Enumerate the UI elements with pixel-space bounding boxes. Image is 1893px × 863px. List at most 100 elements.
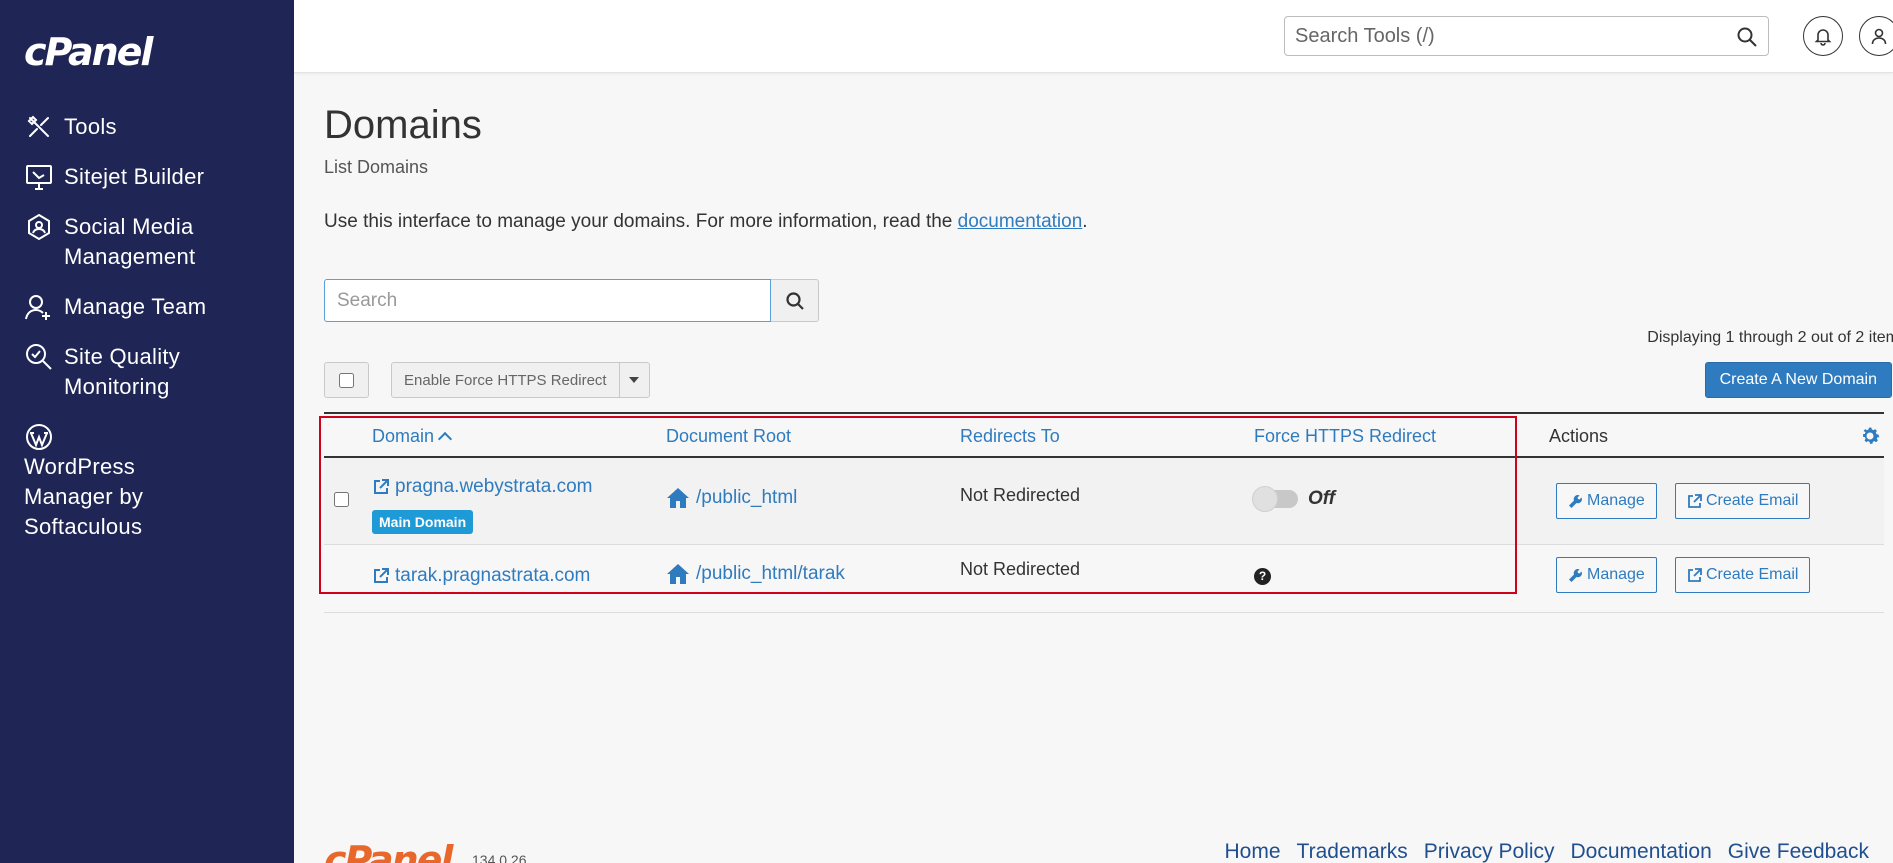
column-document-root[interactable]: Document Root xyxy=(666,426,791,447)
page-subtitle: List Domains xyxy=(324,157,429,177)
documentation-link[interactable]: documentation xyxy=(958,211,1083,232)
select-all-checkbox[interactable] xyxy=(339,372,354,388)
column-domain[interactable]: Domain xyxy=(372,426,453,447)
footer-cpanel-logo: cPanel xyxy=(324,838,453,863)
caret-down-icon xyxy=(629,377,640,383)
manage-team-icon xyxy=(24,292,54,322)
top-bar xyxy=(294,0,1893,73)
domain-search xyxy=(324,279,819,322)
pagination-summary: Displaying 1 through 2 out of 2 items xyxy=(1647,329,1893,346)
row-checkbox[interactable] xyxy=(334,492,349,507)
sitejet-icon xyxy=(24,162,54,192)
document-root-path: /public_html/tarak xyxy=(696,563,845,584)
search-tools-field xyxy=(1284,16,1769,56)
notifications-button[interactable] xyxy=(1803,16,1843,56)
cpanel-logo[interactable]: cPanel xyxy=(24,30,153,74)
sidebar-nav: Tools Sitejet Builder Social Media Manag… xyxy=(0,112,294,562)
user-account-button[interactable] xyxy=(1859,16,1893,56)
search-icon[interactable] xyxy=(1736,26,1758,48)
sidebar-item-wordpress[interactable]: WordPress Manager by Softaculous xyxy=(0,422,294,542)
main-domain-badge: Main Domain xyxy=(372,510,474,534)
force-https-dropdown-toggle[interactable] xyxy=(618,362,650,398)
bell-icon xyxy=(1814,29,1832,46)
manage-label: Manage xyxy=(1587,492,1645,509)
intro-text: Use this interface to manage your domain… xyxy=(324,211,1088,233)
toggle-track xyxy=(1252,486,1298,512)
wrench-icon xyxy=(1569,494,1582,508)
sidebar-item-tools[interactable]: Tools xyxy=(0,112,294,142)
home-icon xyxy=(667,488,689,508)
sidebar-item-label-line2: Manager by xyxy=(24,484,144,509)
manage-label: Manage xyxy=(1587,566,1645,583)
site-quality-icon xyxy=(24,342,54,372)
wordpress-icon xyxy=(24,422,54,452)
sidebar-item-manage-team[interactable]: Manage Team xyxy=(0,292,294,322)
footer-version: 134.0.26 xyxy=(472,852,527,863)
toggle-state: Off xyxy=(1308,488,1336,509)
document-root-link[interactable]: /public_html/tarak xyxy=(666,563,845,585)
force-https-button-group: Enable Force HTTPS Redirect xyxy=(391,362,650,398)
domain-name: tarak.pragnastrata.com xyxy=(395,565,591,586)
enable-force-https-button[interactable]: Enable Force HTTPS Redirect xyxy=(391,362,620,398)
help-icon[interactable]: ? xyxy=(1254,568,1271,585)
footer-link-home[interactable]: Home xyxy=(1225,840,1281,863)
sidebar-item-sitejet[interactable]: Sitejet Builder xyxy=(0,162,294,192)
column-redirects-to[interactable]: Redirects To xyxy=(960,426,1060,447)
external-link-icon xyxy=(1688,493,1702,508)
domain-link[interactable]: tarak.pragnastrata.com xyxy=(372,565,590,587)
create-new-domain-button[interactable]: Create A New Domain xyxy=(1704,362,1892,398)
domains-table: Domain Document Root Redirects To Force … xyxy=(324,412,1884,613)
create-email-label: Create Email xyxy=(1706,492,1799,509)
table-header: Domain Document Root Redirects To Force … xyxy=(324,412,1884,458)
select-all-box xyxy=(324,362,369,398)
table-row: pragna.webystrata.com Main Domain /publi… xyxy=(324,458,1884,545)
manage-button[interactable]: Manage xyxy=(1556,483,1657,519)
domain-search-input[interactable] xyxy=(324,279,771,322)
sidebar-item-label: Manage Team xyxy=(64,294,207,319)
sidebar-item-label: Social Media xyxy=(64,214,194,239)
sidebar-item-label-line2: Monitoring xyxy=(64,374,170,399)
social-media-icon xyxy=(24,212,54,242)
toggle-knob xyxy=(1252,486,1278,512)
domain-search-button[interactable] xyxy=(771,279,819,322)
search-icon xyxy=(785,291,804,310)
footer-links: Home Trademarks Privacy Policy Documenta… xyxy=(1209,840,1869,863)
footer-link-documentation[interactable]: Documentation xyxy=(1571,840,1712,863)
sidebar-item-label: WordPress xyxy=(24,454,136,479)
create-email-label: Create Email xyxy=(1706,566,1799,583)
document-root-path: /public_html xyxy=(696,487,798,508)
user-icon xyxy=(1871,28,1887,45)
gear-icon[interactable] xyxy=(1858,424,1882,448)
create-email-button[interactable]: Create Email xyxy=(1675,557,1811,593)
search-tools-input[interactable] xyxy=(1285,17,1715,55)
create-email-button[interactable]: Create Email xyxy=(1675,483,1811,519)
manage-button[interactable]: Manage xyxy=(1556,557,1657,593)
sidebar-item-label-line3: Softaculous xyxy=(24,514,143,539)
external-link-icon xyxy=(374,568,389,583)
home-icon xyxy=(667,564,689,584)
sort-ascending-icon xyxy=(437,431,453,447)
sidebar-item-label: Tools xyxy=(64,114,117,139)
column-actions: Actions xyxy=(1549,426,1609,446)
redirect-status: Not Redirected xyxy=(960,485,1081,505)
sidebar: cPanel Tools Sitejet Builder Social Medi… xyxy=(0,0,294,863)
document-root-link[interactable]: /public_html xyxy=(666,487,797,509)
wrench-icon xyxy=(1569,568,1582,582)
sidebar-item-site-quality[interactable]: Site Quality Monitoring xyxy=(0,342,294,402)
sidebar-item-social-media[interactable]: Social Media Management xyxy=(0,212,294,272)
domain-link[interactable]: pragna.webystrata.com xyxy=(372,476,593,498)
external-link-icon xyxy=(1688,567,1702,582)
intro-sentence: Use this interface to manage your domain… xyxy=(324,211,953,232)
table-row: tarak.pragnastrata.com /public_html/tara… xyxy=(324,545,1884,613)
external-link-icon xyxy=(374,479,389,494)
tools-icon xyxy=(24,112,54,142)
footer-link-give-feedback[interactable]: Give Feedback xyxy=(1728,840,1869,863)
page-title: Domains xyxy=(324,103,482,147)
sidebar-item-label: Site Quality xyxy=(64,344,181,369)
domain-name: pragna.webystrata.com xyxy=(395,476,593,497)
column-force-https[interactable]: Force HTTPS Redirect xyxy=(1254,426,1436,447)
footer-link-privacy-policy[interactable]: Privacy Policy xyxy=(1424,840,1555,863)
intro-end: . xyxy=(1082,211,1088,232)
footer-link-trademarks[interactable]: Trademarks xyxy=(1297,840,1408,863)
force-https-toggle[interactable]: Off xyxy=(1252,486,1336,512)
